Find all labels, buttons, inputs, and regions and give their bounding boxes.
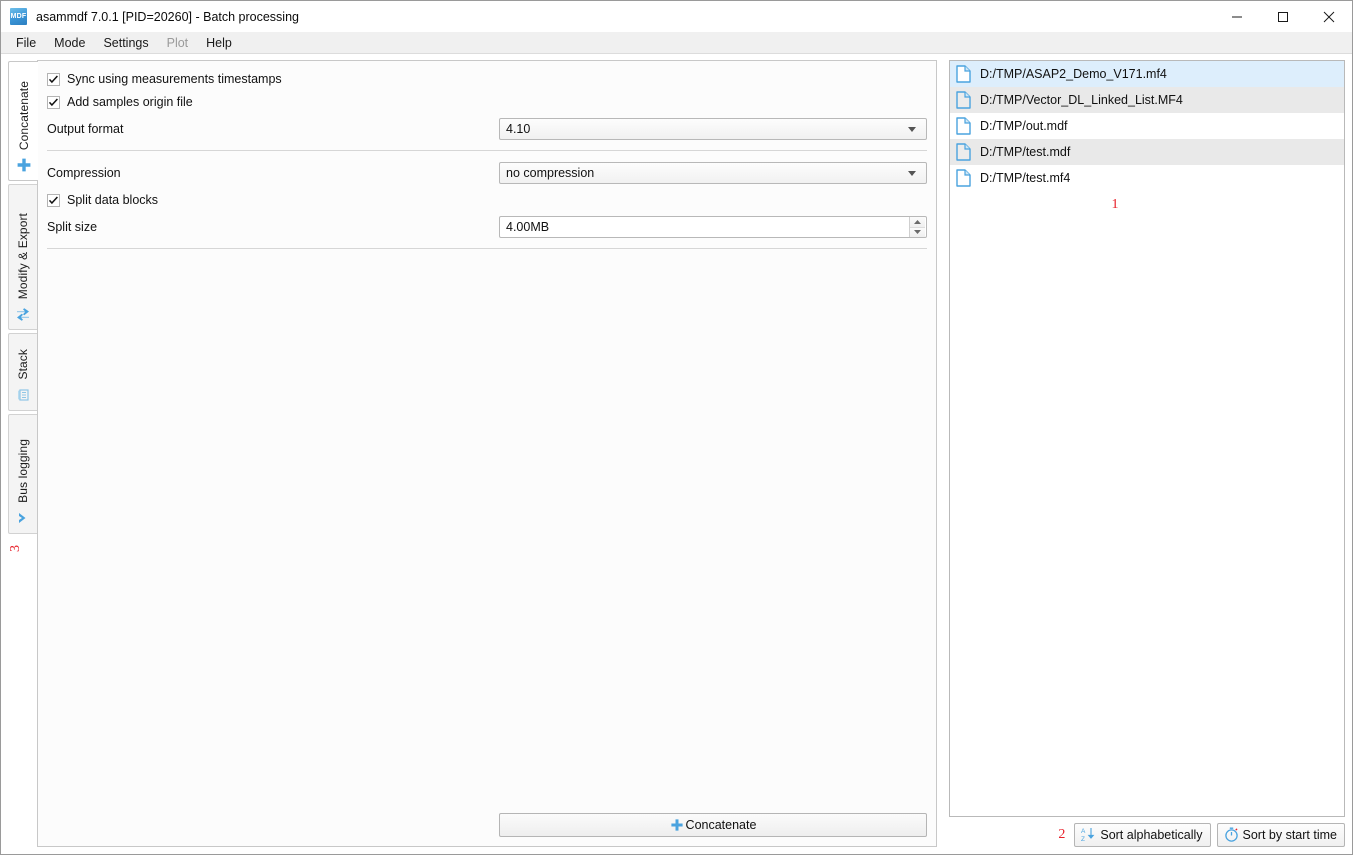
list-item[interactable]: D:/TMP/out.mdf: [950, 113, 1344, 139]
file-icon: [955, 142, 972, 162]
concatenate-button-label: Concatenate: [685, 818, 757, 832]
output-format-row: Output format 4.10: [47, 118, 927, 151]
title-bar: MDF asammdf 7.0.1 [PID=20260] - Batch pr…: [1, 1, 1352, 32]
app-window: MDF asammdf 7.0.1 [PID=20260] - Batch pr…: [0, 0, 1353, 855]
file-path: D:/TMP/Vector_DL_Linked_List.MF4: [980, 93, 1183, 107]
main-body: Concatenate Modify & Export Stack Bus lo…: [1, 54, 1352, 854]
stepper-buttons[interactable]: [909, 217, 925, 237]
file-icon: [955, 168, 972, 188]
concatenate-button[interactable]: Concatenate: [499, 813, 927, 837]
file-icon: [955, 64, 972, 84]
sidebar-item-label: Modify & Export: [16, 212, 30, 299]
chevron-down-icon: [908, 126, 916, 132]
menu-help[interactable]: Help: [197, 33, 241, 53]
file-path: D:/TMP/ASAP2_Demo_V171.mf4: [980, 67, 1167, 81]
file-list[interactable]: D:/TMP/ASAP2_Demo_V171.mf4 D:/TMP/Vector…: [949, 60, 1345, 817]
split-size-value: 4.00MB: [506, 220, 550, 234]
file-icon: [955, 116, 972, 136]
list-item[interactable]: D:/TMP/Vector_DL_Linked_List.MF4: [950, 87, 1344, 113]
chevron-right-icon: [14, 509, 32, 527]
file-path: D:/TMP/test.mf4: [980, 171, 1071, 185]
sort-toolbar: 2 A Z Sort alphabetically Sort by start …: [949, 817, 1345, 847]
menu-mode[interactable]: Mode: [45, 33, 94, 53]
window-title: asammdf 7.0.1 [PID=20260] - Batch proces…: [36, 9, 299, 24]
split-blocks-label: Split data blocks: [67, 193, 159, 207]
sidebar-item-label: Concatenate: [16, 80, 31, 150]
output-format-label: Output format: [47, 122, 124, 136]
list-item[interactable]: D:/TMP/ASAP2_Demo_V171.mf4: [950, 61, 1344, 87]
sort-alphabetically-button[interactable]: A Z Sort alphabetically: [1074, 822, 1211, 847]
stack-layers-icon: [14, 386, 32, 404]
compression-select[interactable]: no compression: [499, 162, 927, 184]
close-icon[interactable]: [1306, 1, 1352, 32]
sort-by-start-time-button[interactable]: Sort by start time: [1216, 822, 1345, 847]
panel-spacer: [47, 260, 927, 813]
menu-bar: File Mode Settings Plot Help: [1, 32, 1352, 54]
plus-icon: [15, 156, 33, 174]
sidebar-item-concatenate[interactable]: Concatenate: [8, 61, 38, 181]
svg-text:Z: Z: [1081, 836, 1085, 843]
stepper-up-icon[interactable]: [910, 217, 925, 228]
menu-file[interactable]: File: [7, 33, 45, 53]
add-origin-checkbox[interactable]: [47, 95, 60, 109]
sort-alphabetically-label: Sort alphabetically: [1100, 827, 1203, 842]
annotation-marker-1: 1: [1111, 197, 1119, 212]
annotation-marker-3: 3: [8, 545, 23, 552]
annotation-marker-2: 2: [1058, 826, 1066, 842]
split-size-row: Split size 4.00MB: [47, 216, 927, 249]
menu-plot: Plot: [166, 35, 189, 50]
plus-icon: [670, 818, 684, 832]
stepper-down-icon[interactable]: [910, 227, 925, 237]
sidebar-item-label: Bus logging: [16, 439, 30, 503]
menu-settings[interactable]: Settings: [94, 33, 157, 53]
mdf-logo-icon: MDF: [10, 8, 27, 25]
swap-arrows-icon: [14, 305, 32, 323]
sync-timestamps-label: Sync using measurements timestamps: [67, 72, 282, 86]
compression-value: no compression: [506, 166, 595, 180]
sync-timestamps-checkbox[interactable]: [47, 72, 60, 86]
file-list-column: D:/TMP/ASAP2_Demo_V171.mf4 D:/TMP/Vector…: [949, 60, 1345, 847]
minimize-icon[interactable]: [1214, 1, 1260, 32]
output-format-select[interactable]: 4.10: [499, 118, 927, 140]
compression-label: Compression: [47, 166, 121, 180]
stopwatch-icon: [1223, 826, 1240, 843]
output-format-value: 4.10: [506, 122, 531, 136]
maximize-icon[interactable]: [1260, 1, 1306, 32]
compression-row: Compression no compression: [47, 162, 927, 184]
sidebar-item-label: Stack: [16, 349, 30, 380]
svg-text:A: A: [1081, 828, 1086, 835]
split-blocks-row[interactable]: Split data blocks: [47, 193, 927, 207]
split-blocks-checkbox[interactable]: [47, 193, 60, 207]
action-row: Concatenate: [47, 813, 927, 837]
sidebar-item-bus-logging[interactable]: Bus logging: [8, 414, 37, 534]
sort-az-icon: A Z: [1080, 826, 1097, 843]
list-item[interactable]: D:/TMP/test.mf4: [950, 165, 1344, 191]
sidebar-item-stack[interactable]: Stack: [8, 333, 37, 411]
concatenate-settings-panel: Sync using measurements timestamps Add s…: [37, 60, 937, 847]
list-item[interactable]: D:/TMP/test.mdf: [950, 139, 1344, 165]
sort-by-start-time-label: Sort by start time: [1242, 827, 1337, 842]
file-icon: [955, 90, 972, 110]
add-origin-label: Add samples origin file: [67, 95, 193, 109]
chevron-down-icon: [908, 170, 916, 176]
window-controls: [1214, 1, 1352, 32]
split-size-stepper[interactable]: 4.00MB: [499, 216, 927, 238]
file-path: D:/TMP/out.mdf: [980, 119, 1068, 133]
file-path: D:/TMP/test.mdf: [980, 145, 1071, 159]
sidebar-item-modify-export[interactable]: Modify & Export: [8, 184, 37, 330]
add-origin-row[interactable]: Add samples origin file: [47, 95, 927, 109]
mode-tab-strip: Concatenate Modify & Export Stack Bus lo…: [8, 60, 38, 847]
sync-timestamps-row[interactable]: Sync using measurements timestamps: [47, 72, 927, 86]
split-size-label: Split size: [47, 220, 98, 234]
